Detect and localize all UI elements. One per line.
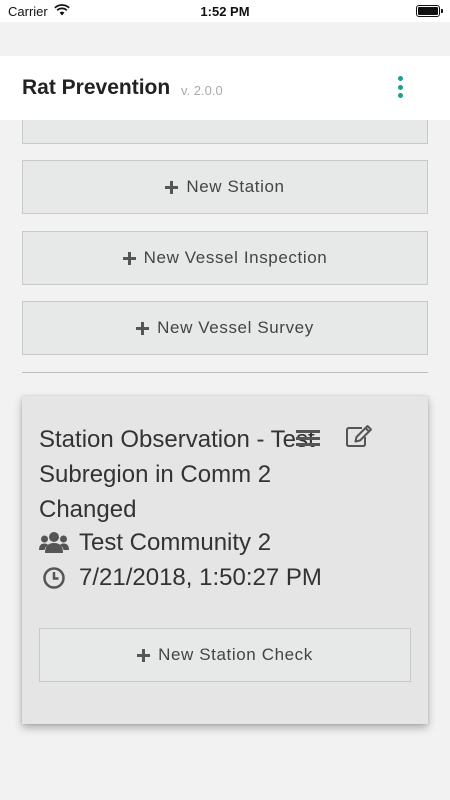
plus-icon — [136, 321, 150, 335]
new-station-check-label: New Station Check — [158, 645, 313, 664]
list-icon[interactable] — [296, 428, 320, 448]
new-station-button[interactable]: New Station — [22, 160, 428, 214]
new-station-label: New Station — [186, 177, 285, 196]
edit-icon[interactable] — [345, 424, 373, 448]
plus-icon — [122, 251, 136, 265]
datetime-label: 7/21/2018, 1:50:27 PM — [79, 563, 322, 591]
clock-icon — [39, 565, 69, 591]
new-vessel-survey-label: New Vessel Survey — [157, 318, 314, 337]
station-observation-card: Station Observation - Test Subregion in … — [22, 396, 428, 724]
divider — [22, 372, 428, 373]
users-icon — [39, 530, 69, 556]
community-row: Test Community 2 — [39, 525, 271, 560]
app-version: v. 2.0.0 — [181, 83, 223, 98]
battery-icon — [416, 5, 443, 17]
status-bar: Carrier 1:52 PM — [0, 0, 450, 22]
community-label: Test Community 2 — [79, 528, 272, 556]
card-title-text: Station Observation - Test Subregion in … — [39, 426, 315, 523]
datetime-row: 7/21/2018, 1:50:27 PM — [39, 560, 322, 595]
overflow-menu-icon[interactable] — [393, 74, 407, 100]
status-time: 1:52 PM — [200, 4, 250, 19]
plus-icon — [137, 648, 151, 662]
app-title: Rat Prevention — [22, 76, 171, 99]
new-vessel-inspection-button[interactable]: New Vessel Inspection — [22, 231, 428, 285]
new-vessel-survey-button[interactable]: New Vessel Survey — [22, 301, 428, 355]
partial-action-button[interactable] — [22, 120, 428, 144]
main-content[interactable]: New Station New Vessel Inspection New Ve… — [0, 120, 450, 800]
app-header: Rat Prevention v. 2.0.0 — [0, 56, 450, 120]
new-station-check-button[interactable]: New Station Check — [39, 628, 411, 682]
plus-icon — [165, 180, 179, 194]
new-vessel-inspection-label: New Vessel Inspection — [143, 248, 328, 267]
